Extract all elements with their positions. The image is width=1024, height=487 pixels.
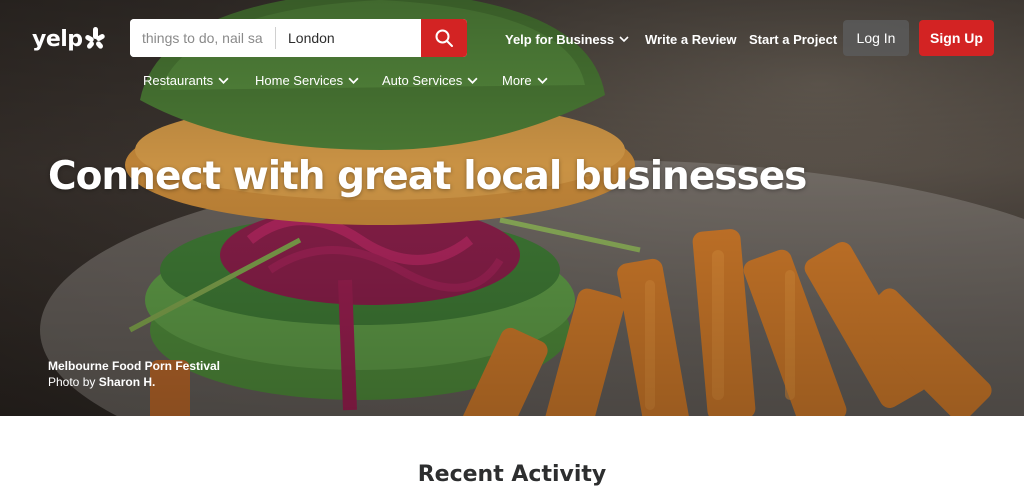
search-input[interactable] [130, 19, 275, 57]
photo-credit: Photo by Sharon H. [48, 375, 155, 389]
category-label: Home Services [255, 72, 344, 88]
photo-credit-author[interactable]: Sharon H. [99, 375, 156, 389]
login-button[interactable]: Log In [843, 20, 909, 56]
search-bar [130, 19, 467, 57]
category-more[interactable]: More [502, 71, 548, 89]
yelp-logo[interactable]: yelp [32, 24, 107, 54]
write-review-link[interactable]: Write a Review [645, 30, 737, 48]
write-review-label: Write a Review [645, 31, 737, 47]
burst-icon [84, 27, 105, 49]
recent-activity-heading: Recent Activity [417, 462, 607, 487]
chevron-down-icon [467, 77, 478, 84]
photo-credit-title[interactable]: Melbourne Food Porn Festival [48, 359, 220, 373]
hero-headline: Connect with great local businesses [48, 154, 807, 199]
category-restaurants[interactable]: Restaurants [143, 71, 229, 89]
top-navigation: yelp Yelp for Business Write a Review St… [0, 0, 1024, 120]
location-input[interactable] [276, 19, 421, 57]
search-button[interactable] [421, 19, 467, 57]
start-project-label: Start a Project [749, 31, 838, 47]
chevron-down-icon [348, 77, 359, 84]
category-label: Restaurants [143, 72, 214, 88]
yelp-for-business-menu[interactable]: Yelp for Business [505, 30, 629, 48]
logo-wordmark: yelp [32, 26, 83, 52]
category-auto-services[interactable]: Auto Services [382, 71, 478, 89]
chevron-down-icon [218, 77, 229, 84]
search-icon [435, 29, 453, 47]
chevron-down-icon [619, 36, 629, 43]
photo-credit-prefix: Photo by [48, 375, 96, 389]
category-label: Auto Services [382, 72, 463, 88]
yelp-for-business-label: Yelp for Business [505, 31, 615, 47]
signup-button[interactable]: Sign Up [919, 20, 994, 56]
category-label: More [502, 72, 532, 88]
signup-label: Sign Up [930, 30, 983, 46]
chevron-down-icon [537, 77, 548, 84]
start-project-link[interactable]: Start a Project [749, 30, 837, 48]
category-home-services[interactable]: Home Services [255, 71, 359, 89]
login-label: Log In [856, 30, 896, 46]
